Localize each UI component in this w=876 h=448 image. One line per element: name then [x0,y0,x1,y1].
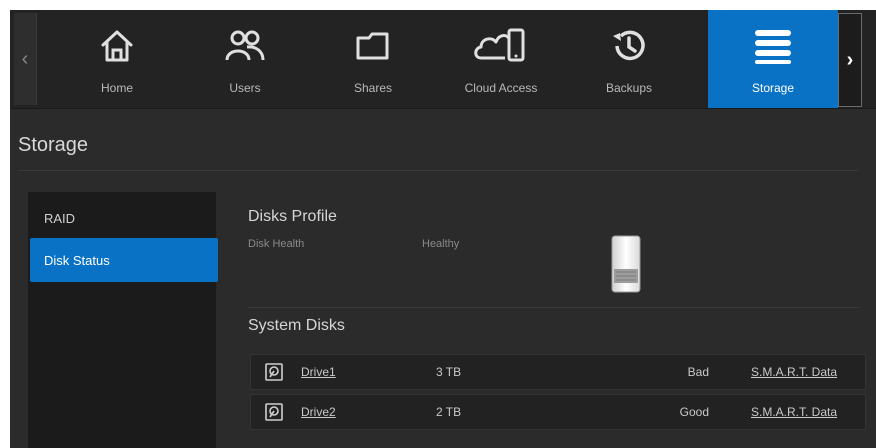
side-item-label: Disk Status [44,252,110,268]
nas-device-image [611,235,641,293]
title-divider [18,170,858,171]
nav-prev-arrow[interactable]: ‹ [14,13,37,105]
disk-status: Bad [687,365,709,379]
nav-item-label: Home [100,81,133,95]
home-icon [101,30,133,62]
users-icon [225,30,265,61]
history-icon [613,30,645,61]
nav-item-backups[interactable]: Backups [564,10,694,108]
nav-item-storage[interactable]: Storage [708,10,838,108]
disk-health-label: Disk Health [248,238,305,250]
nav-item-label: Backups [605,81,653,95]
nav-next-arrow[interactable]: › [838,13,862,107]
top-navigation: ‹ Home Users Shares Cloud Access Backups… [10,10,876,109]
nav-item-label: Shares [353,81,393,95]
side-item-label: RAID [44,210,76,226]
disk-name-link[interactable]: Drive1 [301,365,336,379]
disk-health-value: Healthy [422,238,460,250]
side-item-raid[interactable]: RAID [30,196,218,240]
disk-name-link[interactable]: Drive2 [301,405,336,419]
page-title: Storage [18,134,89,156]
side-menu: RAID Disk Status [28,192,218,448]
nav-item-shares[interactable]: Shares [308,10,438,108]
disk-size: 3 TB [436,365,462,379]
storage-icon [755,30,791,64]
nav-item-label: Users [229,81,261,95]
chevron-left-icon: ‹ [21,47,29,70]
side-item-disk-status[interactable]: Disk Status [30,238,218,282]
system-disks-title: System Disks [248,317,345,334]
hard-disk-icon [265,403,283,421]
nav-item-home[interactable]: Home [52,10,182,108]
disk-status: Good [679,405,709,419]
disk-size: 2 TB [436,405,462,419]
nav-item-cloud-access[interactable]: Cloud Access [436,10,566,108]
chevron-right-icon: › [846,48,854,71]
nav-item-users[interactable]: Users [180,10,310,108]
nav-item-label: Cloud Access [464,81,538,95]
smart-data-link[interactable]: S.M.A.R.T. Data [751,405,837,419]
disks-profile-title: Disks Profile [248,208,337,225]
folder-icon [356,32,389,60]
app-window: ‹ Home Users Shares Cloud Access Backups… [10,10,876,448]
smart-data-link[interactable]: S.M.A.R.T. Data [751,365,837,379]
hard-disk-icon [265,363,283,381]
section-divider [248,307,860,308]
disk-row: Drive2 2 TB Good S.M.A.R.T. Data [250,394,866,430]
nav-item-label: Storage [751,81,795,95]
cloud-device-icon [474,28,525,62]
disk-row: Drive1 3 TB Bad S.M.A.R.T. Data [250,354,866,390]
